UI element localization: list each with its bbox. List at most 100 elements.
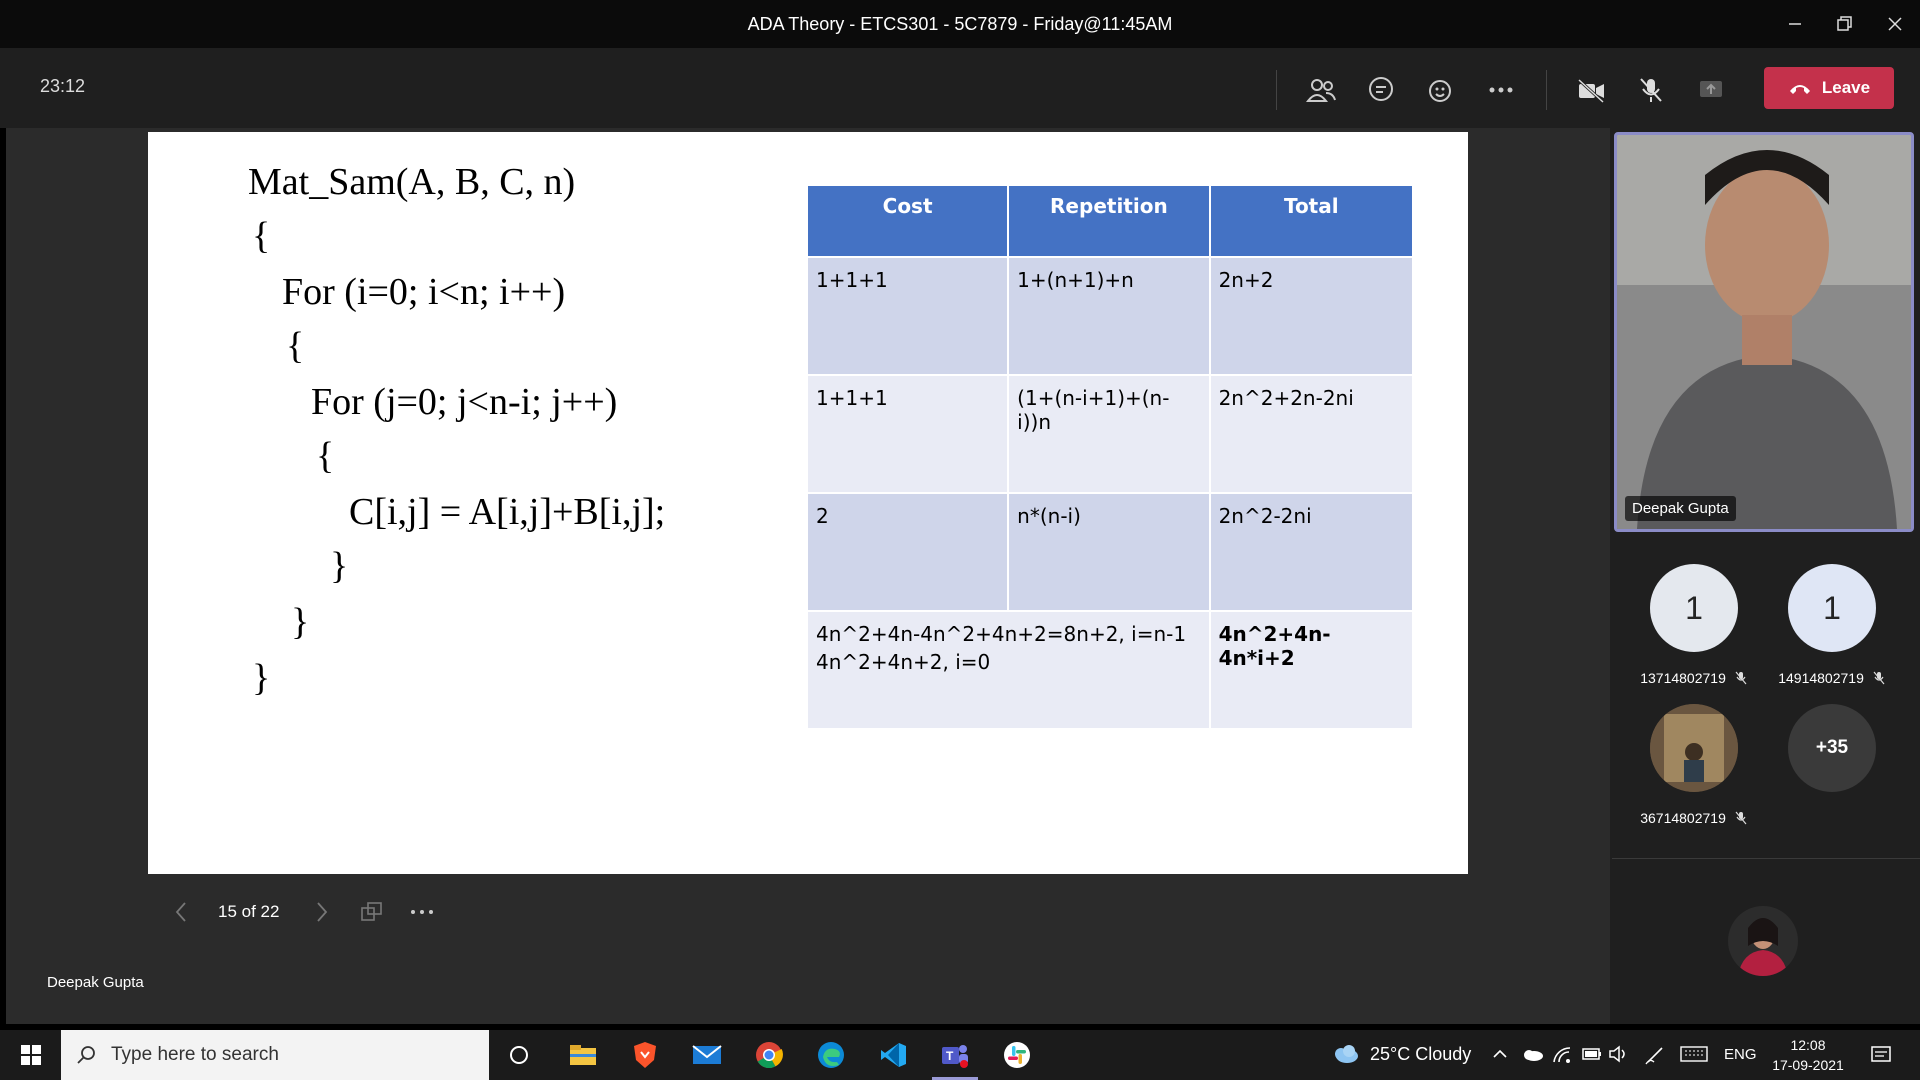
toolbar-divider: [1276, 70, 1277, 110]
code-line: }: [330, 545, 349, 587]
search-placeholder: Type here to search: [111, 1044, 279, 1065]
svg-text:T: T: [946, 1049, 954, 1063]
table-row: 2 n*(n-i) 2n^2-2ni: [805, 492, 1415, 612]
summary-cell: 4n^2+4n-4n^2+4n+2=8n+2, i=n-1 4n^2+4n+2,…: [806, 610, 1211, 730]
mic-muted-icon: [1735, 811, 1747, 825]
avatar: [1650, 704, 1738, 792]
wifi-icon[interactable]: [1552, 1046, 1572, 1069]
clock-time: 12:08: [1790, 1037, 1826, 1053]
toolbar-divider: [1546, 70, 1547, 110]
table-cell: 1+1+1: [805, 256, 1010, 376]
vscode-icon[interactable]: [866, 1035, 920, 1075]
weather-text[interactable]: 25°C Cloudy: [1370, 1044, 1471, 1065]
mail-icon[interactable]: [680, 1035, 734, 1075]
battery-icon[interactable]: [1582, 1047, 1602, 1066]
file-explorer-icon[interactable]: [556, 1035, 610, 1075]
table-cell: 2n^2-2ni: [1208, 492, 1415, 612]
leave-label: Leave: [1821, 78, 1871, 97]
sidebar-divider: [1612, 858, 1920, 859]
more-participants-tile[interactable]: +35: [1762, 704, 1902, 792]
windows-taskbar: Type here to search T 25°C Cloudy ENG 12…: [0, 1030, 1920, 1080]
column-header-total: Total: [1208, 184, 1415, 258]
summary-line: 4n^2+4n+2, i=0: [816, 650, 991, 674]
participant-name: 36714802719: [1640, 810, 1726, 826]
edge-icon[interactable]: [804, 1035, 858, 1075]
window-titlebar: ADA Theory - ETCS301 - 5C7879 - Friday@1…: [0, 0, 1920, 48]
table-summary-row: 4n^2+4n-4n^2+4n+2=8n+2, i=n-1 4n^2+4n+2,…: [806, 610, 1415, 730]
column-header-cost: Cost: [805, 184, 1010, 258]
avatar: 1: [1650, 564, 1738, 652]
windows-start-icon[interactable]: [4, 1035, 58, 1075]
share-screen-icon[interactable]: [1689, 68, 1733, 112]
more-actions-icon[interactable]: [1479, 68, 1523, 112]
chevron-up-icon[interactable]: [1492, 1046, 1508, 1067]
onedrive-cloud-icon[interactable]: [1520, 1046, 1544, 1067]
taskbar-clock[interactable]: 12:08 17-09-2021: [1760, 1035, 1856, 1075]
next-slide-icon[interactable]: [307, 901, 337, 923]
participant-tile[interactable]: 36714802719: [1624, 704, 1764, 826]
table-cell: 1+(n+1)+n: [1007, 256, 1211, 376]
mic-muted-icon: [1735, 671, 1747, 685]
window-title: ADA Theory - ETCS301 - 5C7879 - Friday@1…: [747, 13, 1173, 34]
code-line: Mat_Sam(A, B, C, n): [248, 161, 576, 203]
chat-icon[interactable]: [1359, 68, 1403, 112]
notifications-icon[interactable]: [1870, 1044, 1892, 1071]
participant-tile[interactable]: 1 13714802719: [1624, 564, 1764, 686]
cost-analysis-table: Cost Repetition Total 1+1+1 1+(n+1)+n 2n…: [805, 184, 1415, 730]
code-line: }: [291, 601, 310, 643]
presentation-slide: Mat_Sam(A, B, C, n) { For (i=0; i<n; i++…: [148, 132, 1468, 874]
cortana-icon[interactable]: [492, 1035, 546, 1075]
search-icon: [77, 1046, 95, 1064]
mic-muted-icon[interactable]: [1629, 68, 1673, 112]
keyboard-icon[interactable]: [1680, 1046, 1708, 1067]
table-cell: 2n^2+2n-2ni: [1208, 374, 1415, 494]
volume-icon[interactable]: [1608, 1045, 1630, 1068]
column-header-repetition: Repetition: [1007, 184, 1211, 258]
table-cell: 2: [805, 492, 1010, 612]
participant-tile[interactable]: 1 14914802719: [1762, 564, 1902, 686]
chrome-icon[interactable]: [742, 1035, 796, 1075]
meeting-timer: 23:12: [40, 76, 86, 96]
table-header-row: Cost Repetition Total: [805, 184, 1415, 258]
phone-hangup-icon: [1789, 85, 1810, 94]
summary-line: 4n^2+4n-4n^2+4n+2=8n+2, i=n-1: [816, 622, 1187, 646]
code-line: {: [252, 215, 271, 257]
code-line: For (i=0; i<n; i++): [282, 271, 566, 313]
summary-total-cell: 4n^2+4n-4n*i+2: [1208, 610, 1415, 730]
clock-date: 17-09-2021: [1772, 1057, 1844, 1073]
mic-muted-icon: [1873, 671, 1885, 685]
slide-grid-icon[interactable]: [357, 900, 387, 924]
previous-slide-icon[interactable]: [166, 901, 196, 923]
input-language[interactable]: ENG: [1724, 1046, 1757, 1063]
code-line: For (j=0; j<n-i; j++): [311, 381, 618, 423]
presenter-name: Deepak Gupta: [47, 974, 144, 991]
slide-page-indicator: 15 of 22: [218, 902, 280, 921]
table-row: 1+1+1 1+(n+1)+n 2n+2: [805, 256, 1415, 376]
self-view-avatar[interactable]: [1728, 906, 1798, 976]
restore-icon[interactable]: [1820, 0, 1870, 48]
weather-icon[interactable]: [1330, 1042, 1360, 1071]
table-cell: 2n+2: [1208, 256, 1415, 376]
code-line: C[i,j] = A[i,j]+B[i,j];: [349, 491, 666, 533]
camera-off-icon[interactable]: [1569, 68, 1613, 112]
participants-icon[interactable]: [1299, 68, 1343, 112]
leave-button[interactable]: Leave: [1764, 67, 1894, 109]
reactions-icon[interactable]: [1419, 68, 1463, 112]
code-line: {: [316, 435, 335, 477]
presenter-video-tile[interactable]: Deepak Gupta: [1614, 132, 1914, 532]
close-icon[interactable]: [1870, 0, 1920, 48]
minimize-icon[interactable]: [1770, 0, 1820, 48]
table-row: 1+1+1 (1+(n-i+1)+(n-i))n 2n^2+2n-2ni: [805, 374, 1415, 494]
pen-icon[interactable]: [1644, 1044, 1666, 1071]
presenter-video-avatar: [1617, 135, 1911, 529]
table-cell: 1+1+1: [805, 374, 1010, 494]
avatar: 1: [1788, 564, 1876, 652]
slide-more-options-icon[interactable]: [407, 908, 437, 916]
more-participants-count: +35: [1788, 704, 1876, 792]
video-name-label: Deepak Gupta: [1625, 496, 1736, 521]
participant-name: 14914802719: [1778, 670, 1864, 686]
brave-browser-icon[interactable]: [618, 1035, 672, 1075]
taskbar-search-box[interactable]: Type here to search: [61, 1030, 489, 1080]
teams-icon[interactable]: T: [928, 1035, 982, 1080]
slack-icon[interactable]: [990, 1035, 1044, 1075]
